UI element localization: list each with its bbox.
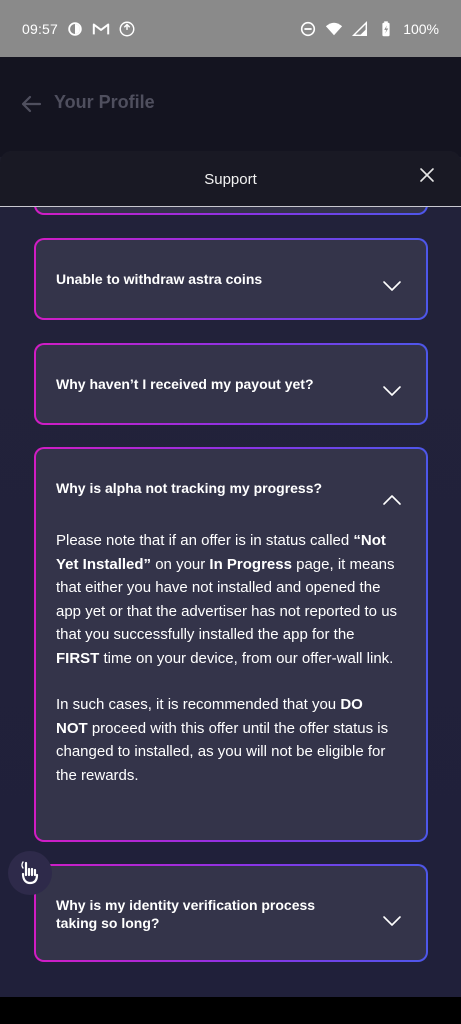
status-bar: 09:57 100% <box>0 0 461 57</box>
sheet-title: Support <box>204 171 257 188</box>
faq-question: Why is alpha not tracking my progress? <box>56 480 323 496</box>
answer-text: proceed with this offer until the offer … <box>56 719 389 784</box>
faq-question: Why haven’t I received my payout yet? <box>56 376 314 392</box>
faq-card-expanded[interactable]: Why is alpha not tracking my progress? P… <box>34 447 428 842</box>
navigation-bar <box>0 997 461 1024</box>
background-title: Your Profile <box>54 92 155 112</box>
chevron-down-icon[interactable] <box>382 280 402 292</box>
chevron-up-icon[interactable] <box>382 494 402 506</box>
faq-answer-paragraph: Please note that if an offer is in statu… <box>56 529 398 670</box>
chevron-down-icon[interactable] <box>382 385 402 397</box>
answer-bold: In Progress <box>209 555 292 573</box>
status-time: 09:57 <box>22 20 59 37</box>
gmail-icon <box>92 20 110 38</box>
sync-icon <box>118 20 136 38</box>
answer-bold: FIRST <box>56 649 100 667</box>
faq-answer: Please note that if an offer is in statu… <box>56 529 398 787</box>
close-icon[interactable] <box>419 167 435 183</box>
battery-icon <box>377 20 395 38</box>
support-sheet: Support Unable to withdraw astra coins W… <box>0 151 461 997</box>
faq-question: Unable to withdraw astra coins <box>56 271 263 287</box>
faq-answer-paragraph: In such cases, it is recommended that yo… <box>56 693 398 787</box>
hand-pointer-icon <box>21 861 39 885</box>
answer-text: on your <box>151 555 210 573</box>
dnd-icon <box>299 20 317 38</box>
faq-list: Unable to withdraw astra coins Why haven… <box>0 185 461 997</box>
floating-help-button[interactable] <box>8 851 52 895</box>
faq-card[interactable]: Why haven’t I received my payout yet? <box>34 343 428 425</box>
answer-text: In such cases, it is recommended that yo… <box>56 696 341 713</box>
battery-percent: 100% <box>403 20 439 37</box>
faq-card[interactable]: Why is my identity verification process … <box>34 864 428 962</box>
signal-icon <box>351 20 369 38</box>
faq-card[interactable]: Unable to withdraw astra coins <box>34 238 428 320</box>
sheet-header: Support <box>0 151 461 207</box>
chevron-down-icon[interactable] <box>382 915 402 927</box>
back-arrow-icon[interactable] <box>20 93 42 115</box>
faq-question: Why is my identity verification process … <box>56 897 316 931</box>
brightness-icon <box>66 20 84 38</box>
answer-text: time on your device, from our offer-wall… <box>99 649 394 667</box>
wifi-icon <box>325 20 343 38</box>
answer-text: Please note that if an offer is in statu… <box>56 532 354 549</box>
